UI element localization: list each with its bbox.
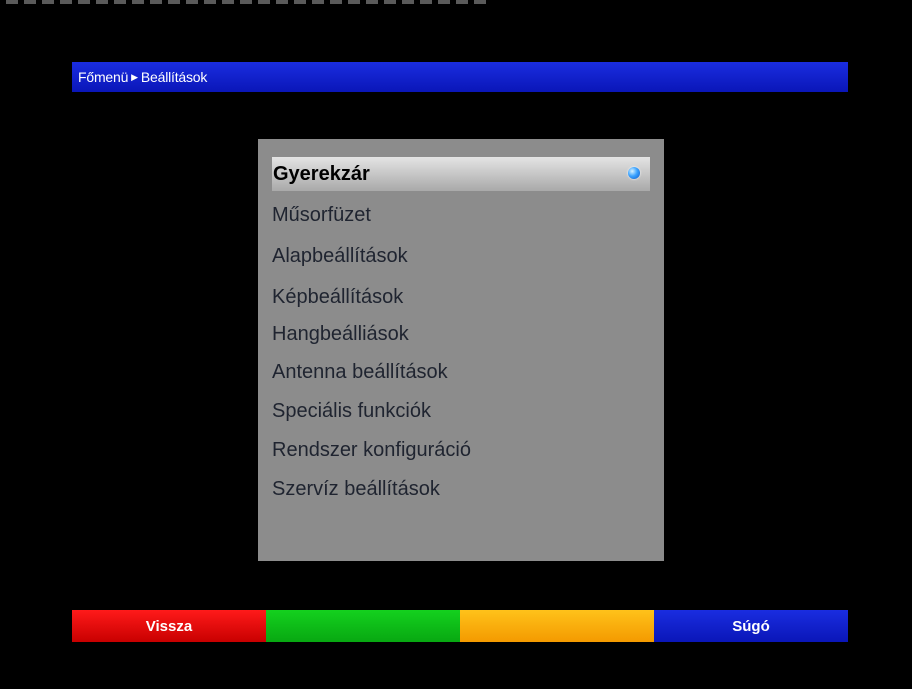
menu-item-specialis-funkciok[interactable]: Speciális funkciók <box>272 394 650 428</box>
color-button-bar: Vissza Súgó <box>72 610 848 642</box>
menu-item-label: Alapbeállítások <box>272 244 408 267</box>
menu-item-antenna-beallitasok[interactable]: Antenna beállítások <box>272 355 650 389</box>
yellow-button[interactable] <box>460 610 654 642</box>
breadcrumb-root: Főmenü <box>78 69 129 85</box>
menu-item-szerviz-beallitasok[interactable]: Szervíz beállítások <box>272 472 650 506</box>
top-dotted-line <box>6 0 506 4</box>
menu-item-label: Szervíz beállítások <box>272 477 440 500</box>
menu-item-alapbeallitasok[interactable]: Alapbeállítások <box>272 239 650 273</box>
blue-button-help[interactable]: Súgó <box>654 610 848 642</box>
menu-item-label: Speciális funkciók <box>272 399 431 422</box>
menu-item-label: Képbeállítások <box>272 285 404 308</box>
menu-item-gyerekzar[interactable]: Gyerekzár <box>272 157 650 191</box>
menu-item-label: Műsorfüzet <box>272 203 371 226</box>
menu-item-label: Antenna beállítások <box>272 360 448 383</box>
blue-orb-icon <box>628 167 640 179</box>
breadcrumb-current: Beállítások <box>140 69 208 85</box>
triangle-right-icon: ▶ <box>131 71 138 82</box>
settings-menu-panel: Gyerekzár Műsorfüzet Alapbeállítások Kép… <box>258 139 664 561</box>
menu-item-label: Gyerekzár <box>273 162 370 185</box>
menu-item-label: Rendszer konfiguráció <box>272 438 471 461</box>
breadcrumb: Főmenü ▶ Beállítások <box>72 62 848 92</box>
menu-item-hangbeallitasok[interactable]: Hangbeálliások <box>272 317 650 351</box>
red-button-back[interactable]: Vissza <box>72 610 266 642</box>
menu-item-rendszer-konfiguracio[interactable]: Rendszer konfiguráció <box>272 433 650 467</box>
menu-item-kepbeallitasok[interactable]: Képbeállítások <box>272 280 650 314</box>
menu-item-label: Hangbeálliások <box>272 322 409 345</box>
menu-item-musorfuzet[interactable]: Műsorfüzet <box>272 198 650 232</box>
green-button[interactable] <box>266 610 460 642</box>
